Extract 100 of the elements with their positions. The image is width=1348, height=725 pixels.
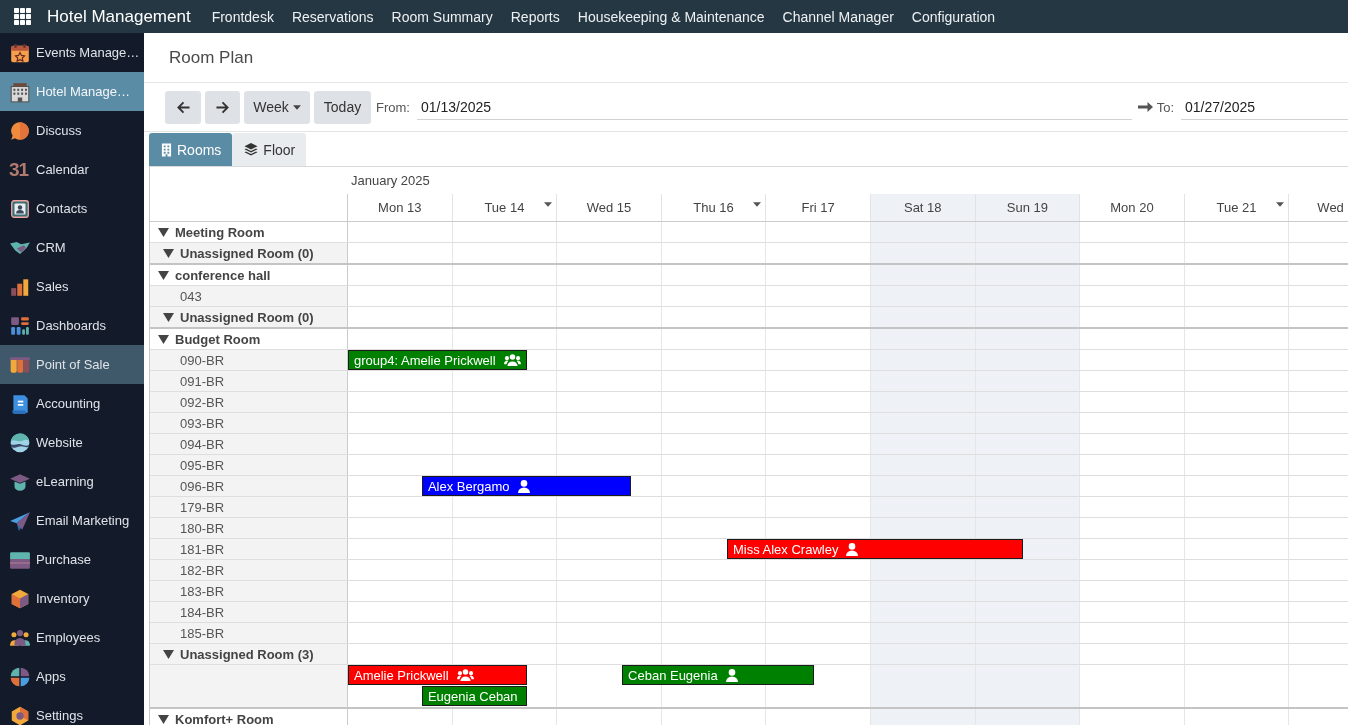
field-label: To: <box>1156 99 1174 115</box>
apps-grid-icon[interactable] <box>14 8 31 25</box>
day-header: Sat 18 <box>870 194 976 221</box>
chat-bubble-icon <box>9 119 31 142</box>
room-label: 090-BR <box>150 350 348 370</box>
caret-down-icon[interactable] <box>163 312 174 322</box>
room-label: 184-BR <box>150 602 348 622</box>
caret-down-icon[interactable] <box>158 227 169 237</box>
room-label: 095-BR <box>150 455 348 475</box>
sidebar-item[interactable]: Apps <box>0 657 144 696</box>
sidebar-item[interactable]: Purchase <box>0 540 144 579</box>
caret-down-icon[interactable] <box>158 714 169 724</box>
day-header: Fri 17 <box>766 194 871 221</box>
sidebar-item[interactable]: Accounting <box>0 384 144 423</box>
calendar-star-icon <box>9 41 31 64</box>
sidebar-item[interactable]: Dashboards <box>0 306 144 345</box>
day-header: Mon 13 <box>348 194 453 221</box>
booking-bar[interactable]: Eugenia Ceban <box>421 686 527 706</box>
building-icon <box>161 142 172 157</box>
sidebar-item[interactable]: Point of Sale <box>0 345 144 384</box>
group-label: Budget Room <box>175 331 261 347</box>
previous-button[interactable] <box>165 90 201 124</box>
sidebar-item[interactable]: Events Manage… <box>0 33 144 72</box>
layers-icon <box>244 143 259 156</box>
period-dropdown[interactable]: Week <box>244 90 310 124</box>
room-label: 094-BR <box>150 434 348 454</box>
caret-down-icon[interactable] <box>1276 202 1285 207</box>
hotel-icon <box>9 80 31 103</box>
caret-down-icon[interactable] <box>158 334 169 344</box>
room-label: 183-BR <box>150 581 348 601</box>
long-arrow-right-icon <box>1137 101 1153 113</box>
sidebar-item[interactable]: Website <box>0 423 144 462</box>
date-field[interactable]: 01/27/2025 <box>1181 94 1348 120</box>
room-label: 092-BR <box>150 392 348 412</box>
caret-down-icon[interactable] <box>753 202 762 207</box>
app-title: Hotel Management <box>47 6 191 27</box>
menu-item[interactable]: Channel Manager <box>773 0 903 33</box>
sidebar-item[interactable]: Contacts <box>0 189 144 228</box>
booking-bar[interactable]: Alex Bergamo <box>421 476 631 496</box>
room-label: 185-BR <box>150 623 348 643</box>
tab[interactable]: Floor <box>232 133 307 166</box>
sidebar-item[interactable]: Discuss <box>0 111 144 150</box>
menu-item[interactable]: Configuration <box>902 0 1005 33</box>
group-label: Meeting Room <box>175 224 265 240</box>
room-label: 182-BR <box>150 560 348 580</box>
invoice-icon <box>9 392 31 415</box>
caret-down-icon[interactable] <box>544 202 553 207</box>
caret-down-icon <box>292 104 301 110</box>
quadrant-circle-icon <box>9 665 31 688</box>
field-label: From: <box>376 99 410 115</box>
unassigned-label: Unassigned Room (3) <box>180 646 314 662</box>
person-icon <box>846 542 859 556</box>
menu-item[interactable]: Frontdesk <box>202 0 283 33</box>
room-label: 096-BR <box>150 476 348 496</box>
date-field[interactable]: 01/13/2025 <box>416 94 1132 120</box>
room-label: 181-BR <box>150 539 348 559</box>
sidebar-item[interactable]: CRM <box>0 228 144 267</box>
day-header: Wed 15 <box>557 194 662 221</box>
group-label: conference hall <box>175 267 271 283</box>
menu-item[interactable]: Room Summary <box>382 0 502 33</box>
booking-bar[interactable]: Amelie Prickwell <box>348 665 527 685</box>
sidebar-item[interactable]: Settings <box>0 696 144 725</box>
caret-down-icon[interactable] <box>163 649 174 659</box>
group-icon <box>503 354 521 366</box>
group-icon <box>456 669 474 681</box>
next-button[interactable] <box>205 90 240 124</box>
sidebar-item[interactable]: Email Marketing <box>0 501 144 540</box>
sidebar-item[interactable]: Sales <box>0 267 144 306</box>
arrow-right-icon <box>216 100 229 114</box>
room-label: 093-BR <box>150 413 348 433</box>
booking-bar[interactable]: Miss Alex Crawley <box>726 539 1023 559</box>
menu-item[interactable]: Reports <box>501 0 569 33</box>
arrow-left-icon <box>176 100 190 114</box>
box-icon <box>9 587 31 610</box>
calendar-logo: 31 <box>9 158 30 181</box>
booking-bar[interactable]: Ceban Eugenia <box>622 665 814 685</box>
room-label: 180-BR <box>150 518 348 538</box>
menu-item[interactable]: Housekeeping & Maintenance <box>568 0 774 33</box>
sidebar-item[interactable]: 31 Calendar <box>0 150 144 189</box>
caret-down-icon[interactable] <box>158 270 169 280</box>
unassigned-label: Unassigned Room (0) <box>180 309 314 325</box>
month-label: January 2025 <box>351 173 430 188</box>
paper-plane-icon <box>9 509 31 532</box>
tab[interactable]: Rooms <box>149 133 233 166</box>
room-label: 043 <box>150 286 348 306</box>
today-button[interactable]: Today <box>314 90 371 124</box>
sidebar-item[interactable]: eLearning <box>0 462 144 501</box>
room-label: 091-BR <box>150 371 348 391</box>
menu-item[interactable]: Reservations <box>282 0 383 33</box>
globe-icon <box>9 431 31 454</box>
sidebar-item[interactable]: Employees <box>0 618 144 657</box>
dashboard-icon <box>9 314 31 337</box>
caret-down-icon[interactable] <box>163 248 174 258</box>
day-header: Wed <box>1316 199 1345 217</box>
booking-bar[interactable]: group4: Amelie Prickwell <box>348 350 527 370</box>
day-header: Sun 19 <box>975 194 1081 221</box>
contact-card-icon <box>9 197 31 220</box>
group-label: Komfort+ Room <box>175 711 274 725</box>
hexagon-nut-icon <box>9 704 31 725</box>
sidebar-item[interactable]: Inventory <box>0 579 144 618</box>
